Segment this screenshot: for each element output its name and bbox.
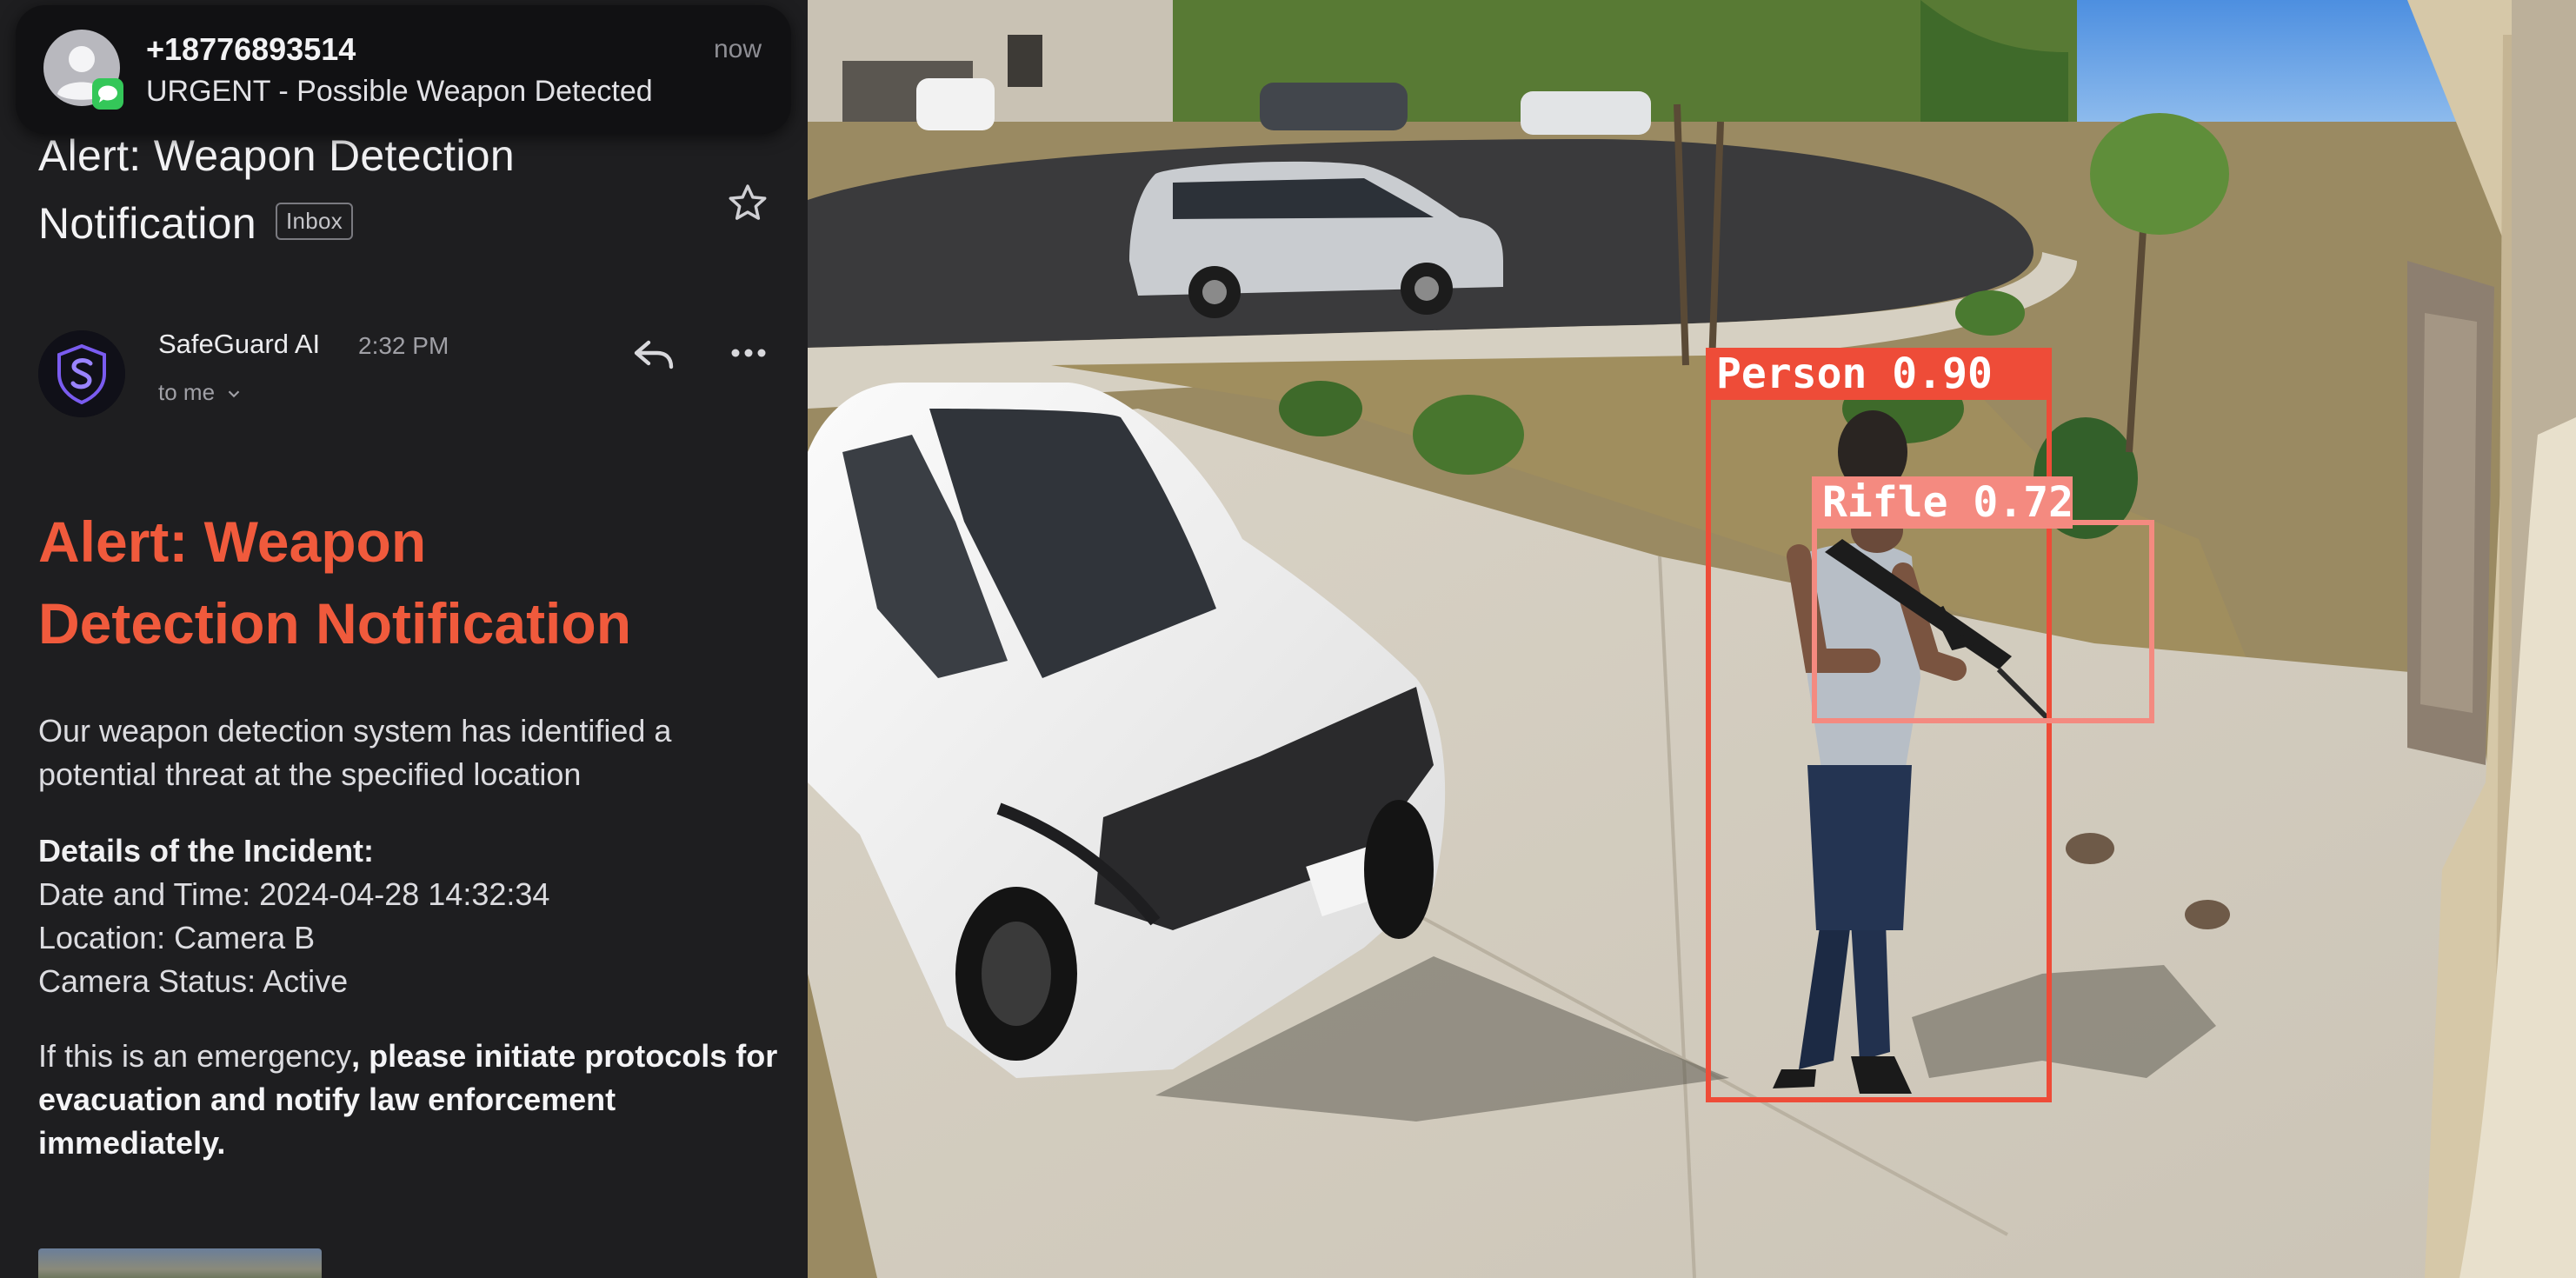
chevron-down-icon[interactable] <box>224 384 243 403</box>
sms-notification-banner[interactable]: +18776893514 now URGENT - Possible Weapo… <box>16 5 791 134</box>
notification-message: URGENT - Possible Weapon Detected <box>146 75 653 108</box>
person-detection-label: Person 0.90 <box>1706 348 2052 400</box>
detection-class: Person <box>1716 349 1867 398</box>
star-icon[interactable] <box>725 181 770 226</box>
rifle-detection-label: Rifle 0.72 <box>1812 476 2073 529</box>
camera-scene-image <box>808 0 2576 1278</box>
contact-avatar-icon <box>43 30 123 110</box>
incident-location: Location: Camera B <box>38 920 316 955</box>
emergency-text-plain: If this is an emergency <box>38 1038 352 1074</box>
recipient-text: to me <box>158 379 216 405</box>
detection-class: Rifle <box>1822 478 1948 527</box>
safeguard-logo-icon[interactable] <box>38 330 125 417</box>
more-options-icon[interactable] <box>727 336 770 370</box>
alert-heading-line: Detection Notification <box>38 591 632 656</box>
intro-paragraph: Our weapon detection system has identifi… <box>38 713 672 792</box>
messages-app-icon <box>92 78 123 110</box>
inbox-label-badge[interactable]: Inbox <box>275 203 354 241</box>
alert-heading: Alert: Weapon Detection Notification <box>38 501 786 664</box>
details-heading: Details of the Incident: <box>38 833 375 869</box>
recipient-details[interactable]: to me <box>158 379 243 406</box>
detection-confidence: 0.72 <box>1973 478 2073 527</box>
reply-icon[interactable] <box>631 336 676 374</box>
sent-time: 2:32 PM <box>358 332 449 359</box>
camera-status: Camera Status: Active <box>38 963 349 999</box>
attachment-thumbnail[interactable] <box>38 1248 322 1278</box>
alert-heading-line: Alert: Weapon <box>38 509 427 574</box>
security-camera-feed: Person 0.90 Rifle 0.72 <box>808 0 2576 1278</box>
notification-sender: +18776893514 <box>146 31 356 67</box>
email-subject-continued: Notification Inbox <box>38 198 354 249</box>
detection-confidence: 0.90 <box>1892 349 1993 398</box>
sender-name[interactable]: SafeGuard AI <box>158 329 320 360</box>
email-subject: Alert: Weapon Detection <box>38 131 515 180</box>
incident-date-time: Date and Time: 2024-04-28 14:32:34 <box>38 876 550 912</box>
emergency-instructions: If this is an emergency, please initiate… <box>38 1035 795 1165</box>
rifle-detection-box <box>1812 520 2154 723</box>
email-subject-text: Notification <box>38 199 256 248</box>
notification-time: now <box>713 35 762 63</box>
email-panel: Alert: Weapon Detection Notification Inbo… <box>0 0 808 1278</box>
